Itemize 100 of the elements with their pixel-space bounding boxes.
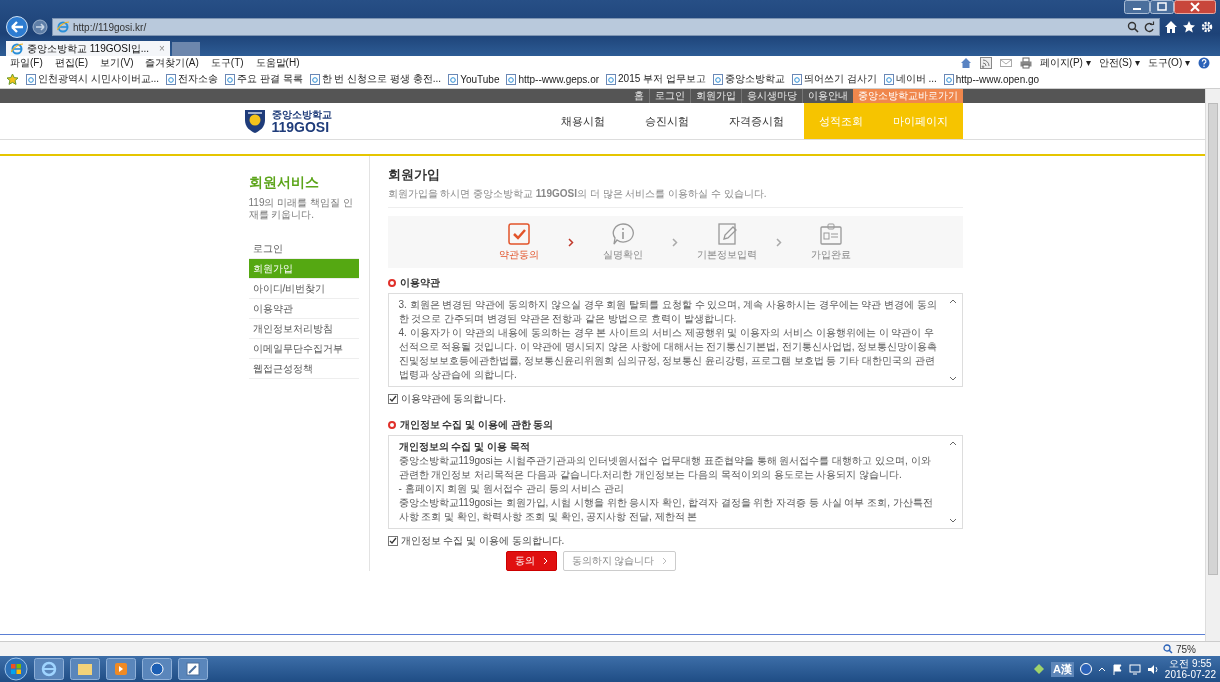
nav-link[interactable]: 승진시험 [624, 103, 709, 139]
chevron-icon [672, 237, 678, 247]
folder-taskbar-icon[interactable] [70, 658, 100, 680]
step-label: 가입완료 [811, 248, 851, 262]
menu-item[interactable]: 파일(F) [10, 56, 43, 70]
show-hidden-icons[interactable] [1097, 665, 1106, 673]
toolbar-menu[interactable]: 페이지(P) ▾ [1039, 56, 1091, 70]
menu-item[interactable]: 편집(E) [54, 56, 89, 70]
scrollbar[interactable] [948, 440, 958, 524]
disagree-button[interactable]: 동의하지 않습니다 [562, 551, 677, 571]
search-icon[interactable] [1127, 21, 1139, 33]
settings-icon[interactable] [1200, 20, 1214, 34]
minimize-button[interactable] [1124, 0, 1150, 14]
forward-button[interactable] [32, 19, 48, 35]
logo-text: 119GOSI [271, 119, 330, 134]
page-icon [943, 73, 954, 85]
scrollbar[interactable] [948, 298, 958, 382]
tab-title: 중앙소방학교 119GOSI입... [27, 41, 150, 56]
sidebar-title: 회원서비스 [248, 174, 320, 192]
favorites-link[interactable]: 주요 판결 목록 [225, 72, 303, 86]
favorites-label: 네이버 ... [895, 72, 937, 86]
toolbar-menu[interactable]: 도구(O) ▾ [1147, 56, 1190, 70]
page-title: 회원가입 [387, 166, 441, 184]
star-icon[interactable] [1182, 20, 1196, 34]
header-link[interactable]: 홈 [628, 89, 649, 103]
section-heading: 이용약관 [399, 276, 440, 290]
refresh-icon[interactable] [1143, 21, 1155, 33]
print-icon[interactable] [1019, 57, 1032, 69]
input-method-indicator[interactable]: A漢 [1050, 661, 1074, 677]
favorites-label: 전자소송 [178, 72, 219, 86]
privacy-title: 개인정보의 수집 및 이용 목적 [398, 440, 531, 454]
page-icon [26, 73, 36, 85]
favorites-star-icon[interactable] [6, 72, 19, 86]
shield-emblem-icon [242, 108, 267, 134]
menu-item[interactable]: 즐겨찾기(A) [145, 56, 199, 70]
scroll-down-icon[interactable] [949, 376, 957, 382]
checkbox[interactable] [387, 536, 398, 546]
menu-item[interactable]: 도구(T) [210, 56, 244, 70]
privacy-paragraph: - 홈페이지 회원 및 원서접수 관리 등의 서비스 관리 [398, 482, 626, 496]
favorites-label: 중앙소방학교 [724, 72, 785, 86]
start-button[interactable] [4, 657, 28, 681]
scrollbar[interactable] [1205, 89, 1220, 641]
toolbar-menu[interactable]: 안전(S) ▾ [1098, 56, 1140, 70]
nav-link[interactable]: 채용시험 [540, 103, 625, 139]
header-link[interactable]: 응시생마당 [740, 89, 802, 103]
agree-button[interactable]: 동의 [505, 551, 557, 571]
terms-paragraph: 3. 회원은 변경된 약관에 동의하지 않으실 경우 회원 탈퇴를 요청할 수 있으며, 계속 사용하시는 경우에는 약관 변경에 동의한 것으로 간주되며 변경된 약관은 전항과 같은 방법으로 효력이 발생합니다. [398, 298, 938, 326]
favorites-link[interactable]: 중앙소방학교 [712, 72, 785, 86]
sidebar-item[interactable]: 이메일무단수집거부 [248, 339, 359, 359]
favorites-label: YouTube [460, 73, 500, 85]
browser-icon [57, 21, 69, 33]
back-button[interactable] [6, 16, 28, 38]
feed-icon[interactable] [979, 57, 992, 69]
browser-tab[interactable]: 중앙소방학교 119GOSI입... × [6, 41, 170, 56]
zoom-icon[interactable] [1163, 644, 1173, 654]
flag-icon[interactable] [1111, 663, 1123, 675]
scroll-down-icon[interactable] [949, 518, 957, 524]
close-tab-button[interactable]: × [159, 43, 165, 54]
pen-taskbar-icon[interactable] [178, 658, 208, 680]
favorites-link[interactable]: 네이버 ... [883, 72, 937, 86]
favorites-link[interactable]: YouTube [448, 73, 500, 85]
network-icon[interactable] [1128, 663, 1141, 675]
checkbox-label: 이용약관에 동의합니다. [400, 392, 507, 406]
sidebar-item[interactable]: 웹접근성정책 [248, 359, 359, 379]
tray-icon[interactable] [1032, 663, 1045, 675]
terms-paragraph: 4. 이용자가 이 약관의 내용에 동의하는 경우 본 사이트의 서비스 제공행위 및 이용자의 서비스 이용행위에는 이 약관이 우선적으로 적용될 것입니다. 이 약관에 명시되지 않은 사항에 대해서는 전기통신기본법, 전기통신사업법, 정보통신망이용촉진및정보보호등에관한법률, 정보통신윤리위원회 심의규정, 정보통신 윤리강령, 프로그램 보호법 등 기타 대한민국의 관련법령과 상관습에 의합니다. [398, 326, 939, 382]
header-link[interactable]: 회원가입 [689, 89, 741, 103]
chevron-icon [662, 557, 668, 565]
browser-icon [11, 42, 23, 55]
globe-taskbar-icon[interactable] [142, 658, 172, 680]
menu-item[interactable]: 도움말(H) [255, 56, 300, 70]
sidebar-item[interactable]: 개인정보처리방침 [248, 319, 359, 339]
favorites-link[interactable]: 전자소송 [166, 72, 219, 86]
chevron-icon [568, 237, 574, 247]
menu-item[interactable]: 보기(V) [100, 56, 134, 70]
address-bar[interactable]: http://119gosi.kr/ [52, 18, 1160, 36]
page-description: 회원가입을 하시면 중앙소방학교 119GOSI의 더 많은 서비스를 이용하실 수 있습니다. [387, 187, 963, 208]
step-label: 약관동의 [499, 248, 539, 262]
clock[interactable]: 오전 9:55 2016-07-22 [1164, 658, 1216, 680]
volume-icon[interactable] [1146, 663, 1159, 675]
home-icon[interactable] [1164, 20, 1178, 34]
zoom-level[interactable]: 75% [1176, 643, 1196, 655]
page-icon [791, 73, 802, 85]
checkbox-label: 개인정보 수집 및 이용에 동의합니다. [400, 534, 565, 548]
logo-text: 중앙소방학교 [271, 108, 332, 120]
sidebar-item[interactable]: 이용약관 [248, 299, 359, 319]
sidebar-item[interactable]: 아이디/비번찾기 [248, 279, 359, 299]
chevron-icon [776, 237, 782, 247]
page-icon [166, 73, 177, 85]
step-label: 기본정보입력 [697, 248, 757, 262]
scroll-up-icon[interactable] [949, 440, 957, 446]
restore-button[interactable] [1150, 0, 1174, 14]
header-link[interactable]: 로그인 [648, 89, 690, 103]
close-button[interactable] [1174, 0, 1216, 14]
checkbox[interactable] [387, 394, 398, 404]
privacy-paragraph: 중앙소방학교119gosi는 시험주관기관과의 인터넷원서접수 업무대행 표준협약을 통해 원서접수를 대행하고 있으며, 이와 관련한 개인정보 처리목적은 다음과 같습니다.처리한 개인정보는 다음의 목적이외의 용도로는 사용되지 않습니다. [398, 454, 932, 482]
nav-link[interactable]: 자격증시험 [708, 103, 804, 139]
bullet-icon [387, 279, 396, 287]
scroll-up-icon[interactable] [949, 298, 957, 304]
sidebar-subtitle: 119의 미래를 책임질 인재를 키웁니다. [248, 197, 354, 221]
